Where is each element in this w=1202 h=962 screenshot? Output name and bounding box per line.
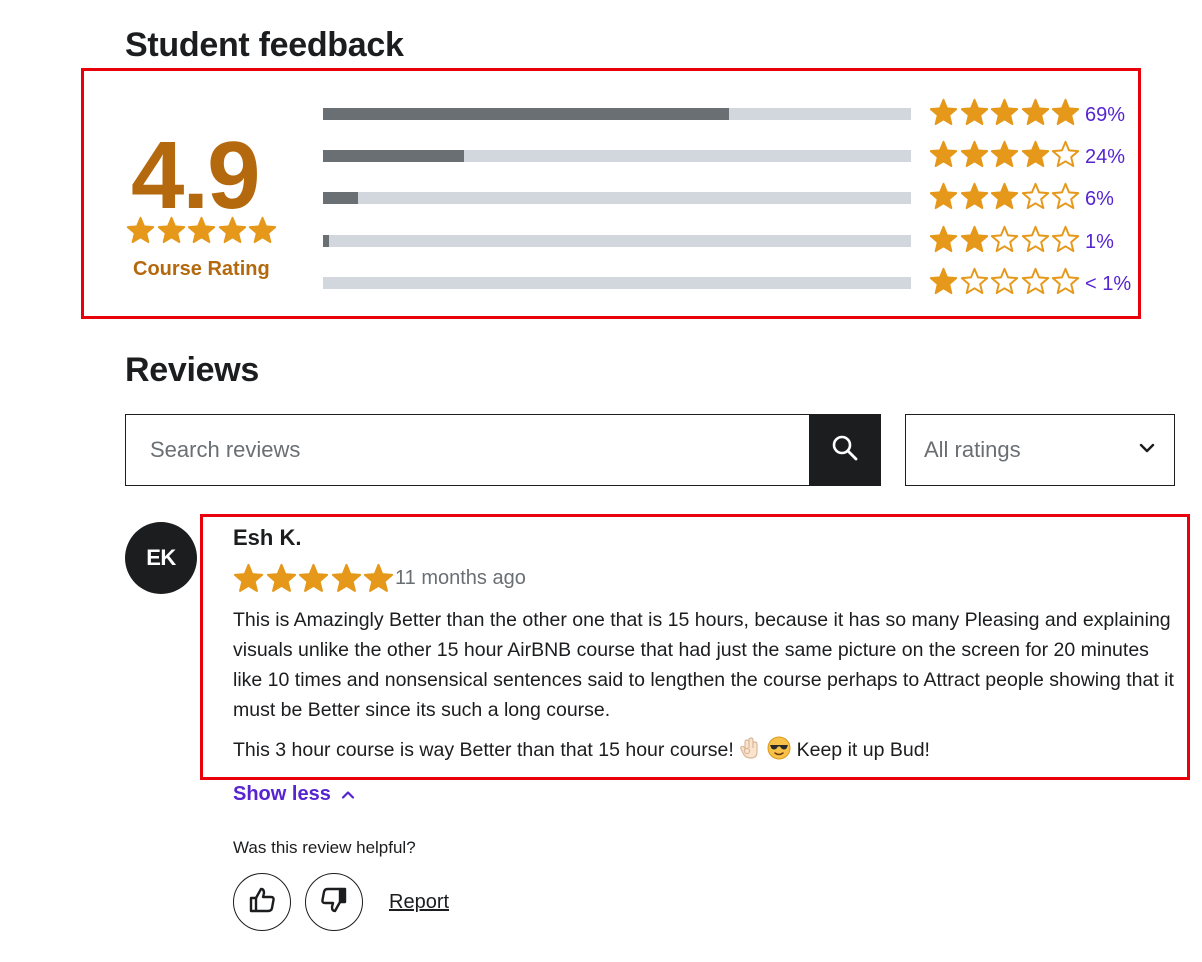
search-icon <box>831 434 859 467</box>
rating-row-stars[interactable] <box>929 98 1080 127</box>
rating-filter-select[interactable]: All ratings <box>905 414 1175 486</box>
search-button[interactable] <box>809 414 881 486</box>
review-paragraph-text: Keep it up Bud! <box>791 739 930 761</box>
average-rating-stars <box>126 216 277 245</box>
star-filled-icon <box>298 563 329 594</box>
star-filled-icon <box>233 563 264 594</box>
star-empty-icon <box>1051 225 1080 254</box>
star-filled-icon <box>960 140 989 169</box>
star-empty-icon <box>990 225 1019 254</box>
star-empty-icon <box>1021 225 1050 254</box>
star-filled-icon <box>929 98 958 127</box>
star-filled-icon <box>990 98 1019 127</box>
rating-bar-fill <box>323 150 465 163</box>
star-filled-icon <box>929 267 958 296</box>
star-filled-icon <box>990 140 1019 169</box>
rating-filter-label: All ratings <box>924 437 1021 462</box>
rating-bar-2-star[interactable] <box>323 234 911 247</box>
rating-row-percent[interactable]: < 1% <box>1085 273 1131 296</box>
rating-row-percent[interactable]: 24% <box>1085 146 1125 169</box>
review-timestamp: 11 months ago <box>395 567 526 589</box>
chevron-up-icon <box>341 783 355 806</box>
star-filled-icon <box>929 225 958 254</box>
star-filled-icon <box>363 563 394 594</box>
search-reviews-box <box>125 414 881 486</box>
star-filled-icon <box>960 225 989 254</box>
star-filled-icon <box>960 182 989 211</box>
rating-bar-fill <box>323 108 729 120</box>
rating-bar-5-star[interactable] <box>323 108 911 120</box>
rating-row-stars[interactable] <box>929 225 1080 254</box>
student-feedback-title: Student feedback <box>125 26 404 64</box>
star-filled-icon <box>157 216 186 245</box>
average-rating: 4.9 <box>131 122 260 229</box>
thumbs-up-button[interactable] <box>233 873 291 931</box>
report-link[interactable]: Report <box>389 891 449 914</box>
thumbs-down-icon <box>319 885 349 920</box>
search-input[interactable] <box>126 437 880 463</box>
rating-bar-fill <box>323 234 329 247</box>
star-empty-icon <box>1051 182 1080 211</box>
review-body: This is Amazingly Better than the other … <box>233 605 1178 769</box>
thumbs-up-icon <box>247 885 277 920</box>
rating-row-percent[interactable]: 6% <box>1085 188 1114 211</box>
reviewer-name: Esh K. <box>233 525 302 550</box>
rating-bar-fill <box>323 192 359 205</box>
star-empty-icon <box>1051 140 1080 169</box>
rating-row-stars[interactable] <box>929 267 1080 296</box>
show-less-label: Show less <box>233 783 331 805</box>
star-filled-icon <box>187 216 216 245</box>
rating-row-stars[interactable] <box>929 140 1080 169</box>
star-filled-icon <box>929 182 958 211</box>
rating-bar-1-star[interactable] <box>323 276 911 289</box>
rating-bar-3-star[interactable] <box>323 192 911 205</box>
course-rating-label: Course Rating <box>133 258 270 280</box>
star-empty-icon <box>990 267 1019 296</box>
star-empty-icon <box>1021 182 1050 211</box>
review-paragraph-text: This 3 hour course is way Better than th… <box>233 739 740 761</box>
star-filled-icon <box>1051 98 1080 127</box>
star-filled-icon <box>331 563 362 594</box>
star-filled-icon <box>960 98 989 127</box>
review-paragraph: This is Amazingly Better than the other … <box>233 609 1174 721</box>
star-empty-icon <box>1021 267 1050 296</box>
thumbs-down-button[interactable] <box>305 873 363 931</box>
star-filled-icon <box>126 216 155 245</box>
reviews-title: Reviews <box>125 351 259 389</box>
star-filled-icon <box>218 216 247 245</box>
avatar: EK <box>125 522 197 594</box>
show-less-button[interactable]: Show less <box>233 783 355 806</box>
star-filled-icon <box>1021 98 1050 127</box>
star-filled-icon <box>1021 140 1050 169</box>
review-paragraph: This 3 hour course is way Better than th… <box>233 735 1178 769</box>
helpful-question: Was this review helpful? <box>233 838 416 857</box>
star-empty-icon <box>960 267 989 296</box>
cool-face-icon <box>767 736 791 769</box>
star-empty-icon <box>1051 267 1080 296</box>
star-filled-icon <box>990 182 1019 211</box>
ok-hand-icon <box>739 736 761 769</box>
rating-row-stars[interactable] <box>929 182 1080 211</box>
chevron-down-icon <box>1138 441 1156 459</box>
star-filled-icon <box>248 216 277 245</box>
review-rating-stars <box>233 563 394 594</box>
star-filled-icon <box>266 563 297 594</box>
star-filled-icon <box>929 140 958 169</box>
rating-bar-4-star[interactable] <box>323 150 911 163</box>
rating-row-percent[interactable]: 1% <box>1085 231 1114 254</box>
rating-row-percent[interactable]: 69% <box>1085 104 1125 127</box>
